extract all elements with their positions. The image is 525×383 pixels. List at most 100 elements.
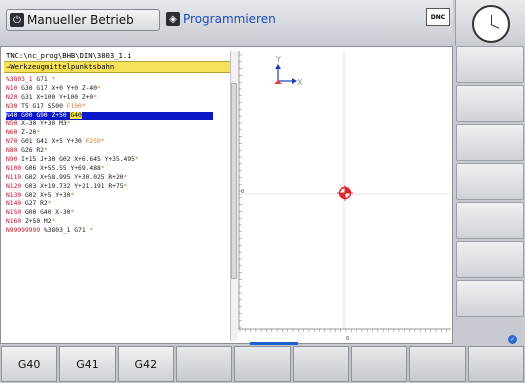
block-number: N50	[6, 120, 18, 128]
block-number: N160	[6, 218, 22, 226]
program-line[interactable]: N30 T5 G17 S500 F100*	[6, 103, 232, 112]
program-listing[interactable]: %3803_1 G71 * N10 G30 G17 X+0 Y+0 Z-40* N2…	[4, 76, 232, 236]
program-line[interactable]: N90 I+15 J+30 G02 X+6.645 Y+35.495*	[6, 156, 232, 165]
side-softkey-7[interactable]	[456, 280, 524, 317]
block-end: F100*	[66, 102, 86, 110]
vertical-softkey-bar	[455, 46, 525, 344]
block-end: *	[89, 227, 94, 235]
side-softkey-5[interactable]	[456, 202, 524, 239]
block-content: %3803_1 G71	[40, 227, 90, 235]
block-end: *	[51, 218, 56, 226]
side-softkey-4[interactable]	[456, 163, 524, 200]
block-content: Z-20	[17, 129, 37, 137]
block-number: N99999999	[6, 227, 41, 235]
softkey-9[interactable]	[467, 346, 524, 382]
path-function-bar[interactable]: →Werkzeugmittelpunktsbahn	[4, 61, 232, 73]
program-line[interactable]: N60 Z-20*	[6, 129, 232, 138]
block-end: *	[93, 93, 97, 101]
block-end: *	[36, 129, 41, 137]
program-line[interactable]: N80 G26 R2*	[6, 147, 232, 156]
program-line[interactable]: N120 G03 X+19.732 Y+21.191 R+75*	[6, 183, 232, 192]
program-line[interactable]: N130 G02 X+5 Y+30*	[6, 192, 232, 201]
info-icon[interactable]: ✓	[508, 335, 517, 344]
block-end: *	[123, 173, 128, 181]
clock-button[interactable]	[455, 0, 525, 46]
softkey-g42[interactable]: G42	[117, 346, 174, 382]
block-content: G00 G40 X-30	[21, 209, 71, 217]
block-end: *	[70, 209, 75, 217]
block-number: N140	[6, 200, 22, 208]
softkey-7[interactable]	[350, 346, 408, 382]
block-number: N70	[6, 138, 18, 146]
x-axis-label: X	[297, 78, 303, 87]
softkey-bar: G40 G41 G42	[0, 345, 525, 383]
block-number: N90	[6, 156, 18, 164]
block-number: N30	[6, 102, 18, 110]
softkey-g40[interactable]: G40	[1, 346, 58, 382]
program-line[interactable]: N50 X-30 Y+30 M3*	[6, 120, 232, 129]
softkey-4[interactable]	[175, 346, 233, 382]
block-end: *	[97, 84, 101, 92]
block-content: G27 R2	[21, 200, 48, 208]
softkey-5[interactable]	[234, 346, 291, 382]
block-content: G00 G90 Z+50	[17, 111, 71, 119]
block-number: N110	[6, 173, 22, 181]
block-content: X-30 Y+30 M3	[17, 120, 67, 128]
block-number: N150	[6, 209, 22, 217]
block-content: T5 G17 S500	[17, 102, 67, 110]
cursor-word: G40	[70, 111, 82, 119]
side-softkey-6[interactable]	[456, 241, 524, 278]
program-line[interactable]: N100 G06 X+55.55 Y+69.488*	[6, 165, 232, 174]
program-line[interactable]: N99999999 %3803_1 G71 *	[6, 227, 232, 236]
block-end: *	[43, 147, 48, 155]
side-softkey-2[interactable]	[456, 85, 524, 122]
program-panel: TNC:\nc_prog\BHB\DIN\3803_1.i →Werkzeugm…	[4, 50, 232, 342]
block-number: N100	[6, 164, 22, 172]
block-end: *	[70, 191, 75, 199]
side-softkey-1[interactable]	[456, 46, 524, 83]
mode-program-button[interactable]: ◈ Programmieren	[163, 9, 313, 29]
block-content: G26 R2	[17, 147, 44, 155]
block-end: *	[47, 200, 52, 208]
program-line[interactable]: N10 G30 G17 X+0 Y+0 Z-40*	[6, 85, 232, 94]
program-line[interactable]: %3803_1 G71 *	[6, 76, 232, 85]
program-path: TNC:\nc_prog\BHB\DIN\3803_1.i	[6, 51, 132, 60]
softkey-6[interactable]	[292, 346, 349, 382]
mode-manual-button[interactable]: ⏻ Manueller Betrieb	[6, 9, 160, 31]
block-end: *	[100, 164, 105, 172]
program-line[interactable]: N160 Z+50 M2*	[6, 218, 232, 227]
block-content: G02 X+58.995 Y+30.025 R+20	[21, 173, 124, 181]
block-number: N10	[6, 84, 18, 92]
main-workspace: TNC:\nc_prog\BHB\DIN\3803_1.i →Werkzeugm…	[0, 46, 453, 344]
block-number: N20	[6, 93, 18, 101]
block-content: I+15 J+30 G02 X+6.645 Y+35.495	[17, 156, 135, 164]
dnc-icon[interactable]: DNC	[426, 8, 450, 26]
softkey-8[interactable]	[409, 346, 466, 382]
scrollbar-thumb[interactable]	[231, 83, 237, 279]
clock-icon	[472, 5, 510, 43]
y-axis-label: Y	[275, 55, 281, 64]
program-line[interactable]: N110 G02 X+58.995 Y+30.025 R+20*	[6, 174, 232, 183]
side-softkey-3[interactable]	[456, 124, 524, 161]
block-end: *	[66, 120, 71, 128]
softkey-g41[interactable]: G41	[59, 346, 116, 382]
horizontal-ruler-zero: 0	[346, 336, 349, 341]
block-number: N80	[6, 147, 18, 155]
block-content: G01 G41 X+5 Y+30	[17, 138, 86, 146]
vertical-ruler-zero: 0	[241, 189, 244, 195]
block-end: *	[134, 156, 139, 164]
block-content: G03 X+19.732 Y+21.191 R+75	[21, 182, 124, 190]
block-content: G02 X+5 Y+30	[21, 191, 71, 199]
block-content: G31 X+100 Y+100 Z+0	[17, 93, 94, 101]
power-icon: ⏻	[10, 13, 24, 27]
program-line[interactable]: N40 G00 G90 Z+50 G40	[6, 111, 213, 121]
program-line[interactable]: N140 G27 R2*	[6, 200, 232, 209]
block-number: N60	[6, 129, 18, 137]
program-line[interactable]: N70 G01 G41 X+5 Y+30 F250*	[6, 138, 232, 147]
graphic-canvas: Y X 0 0	[238, 51, 451, 342]
graphic-view[interactable]: Y X 0 0	[238, 51, 451, 342]
program-line[interactable]: N20 G31 X+100 Y+100 Z+0*	[6, 94, 232, 103]
mode-manual-label: Manueller Betrieb	[27, 13, 134, 27]
program-line[interactable]: N150 G00 G40 X-30*	[6, 209, 232, 218]
program-scrollbar[interactable]	[230, 51, 238, 341]
